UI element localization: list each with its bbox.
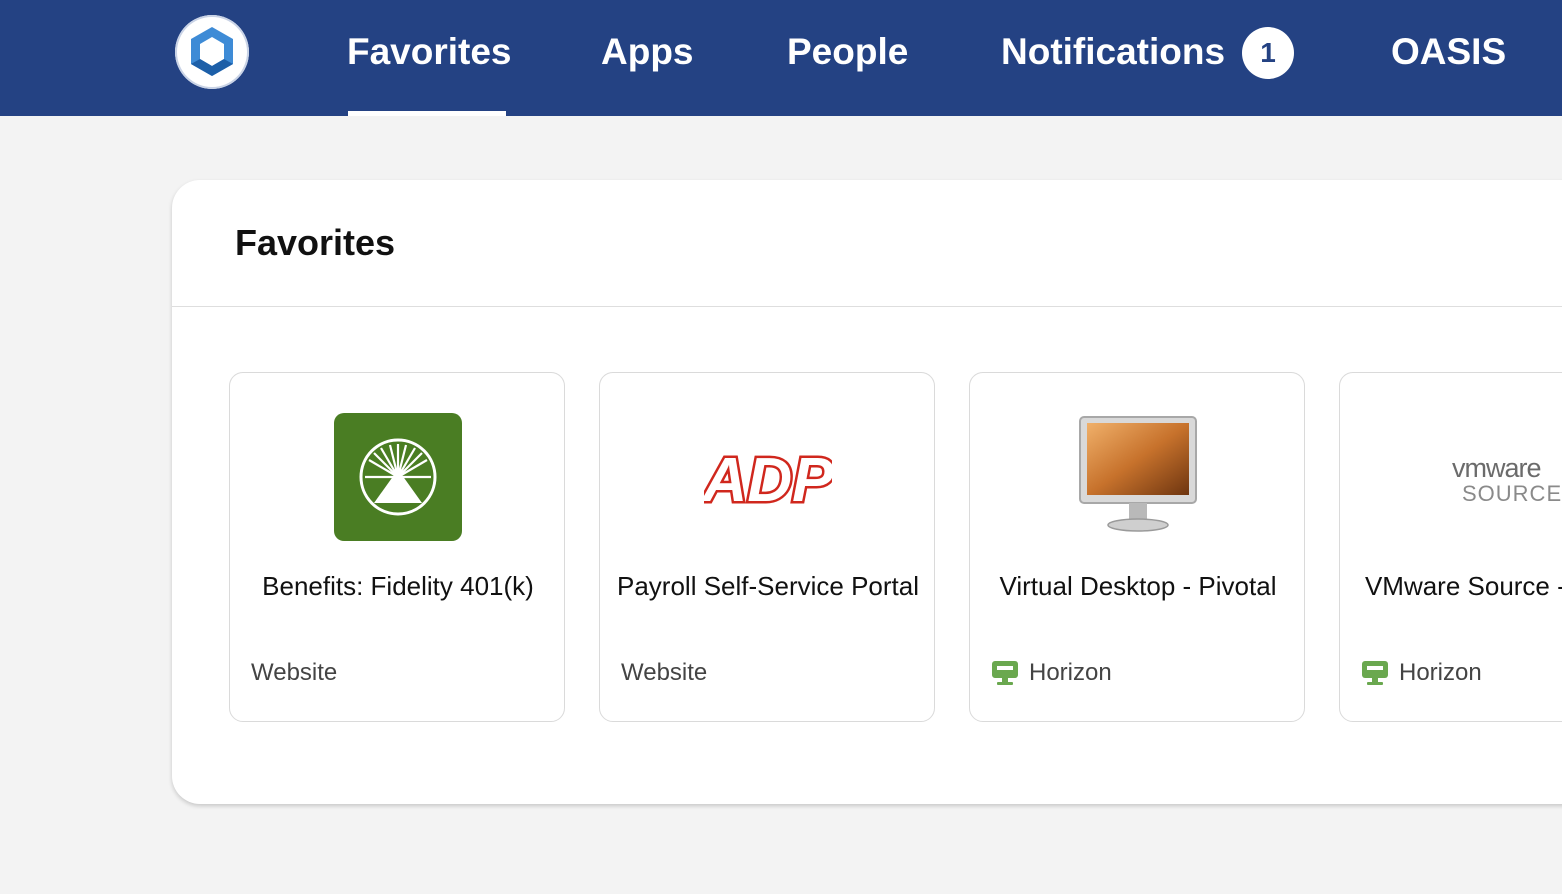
card-app-type: Website xyxy=(621,659,707,687)
horizon-icon xyxy=(1362,661,1388,685)
panel-title: Favorites xyxy=(235,222,396,263)
card-app-name: Virtual Desktop - Pivotal xyxy=(999,571,1277,601)
source-logo-text: SOURCE xyxy=(1462,481,1562,506)
card-type-label: Horizon xyxy=(1029,659,1112,686)
active-tab-indicator xyxy=(348,111,506,116)
notifications-count-badge[interactable]: 1 xyxy=(1242,27,1294,79)
card-type-label: Horizon xyxy=(1399,659,1482,686)
top-nav-bar: Favorites Apps People Notifications 1 OA… xyxy=(0,0,1562,116)
card-app-type: Horizon xyxy=(1361,659,1482,687)
app-card-adp-payroll[interactable]: ADP Payroll Self-Service Portal Website xyxy=(599,372,935,722)
vmware-logo-text: vmware xyxy=(1452,453,1542,483)
card-app-name: Benefits: Fidelity 401(k) xyxy=(262,571,534,601)
favorites-panel: Favorites Benefits: Fidelity 401(k) Webs… xyxy=(172,180,1562,804)
card-type-label: Website xyxy=(621,659,708,686)
card-app-name: Payroll Self-Service Portal xyxy=(617,571,919,601)
panel-divider xyxy=(172,306,1562,307)
app-card-vmware-source[interactable]: vmware SOURCE VMware Source - Pivotal Ho… xyxy=(1339,372,1562,722)
app-card-fidelity[interactable]: Benefits: Fidelity 401(k) Website xyxy=(229,372,565,722)
nav-tab-oasis[interactable]: OASIS xyxy=(1391,26,1506,78)
nav-tab-notifications[interactable]: Notifications xyxy=(1001,26,1225,78)
app-card-virtual-desktop[interactable]: Virtual Desktop - Pivotal Horizon xyxy=(969,372,1305,722)
card-app-name: VMware Source - Pivotal xyxy=(1364,571,1562,601)
card-app-type: Horizon xyxy=(991,659,1112,687)
card-type-label: Website xyxy=(251,659,338,686)
card-app-type: Website xyxy=(251,659,337,687)
workspace-logo-icon[interactable] xyxy=(175,15,249,89)
horizon-icon xyxy=(992,661,1018,685)
nav-tab-favorites[interactable]: Favorites xyxy=(347,26,512,78)
desktop-monitor-icon xyxy=(1074,413,1202,541)
fidelity-logo-icon xyxy=(334,413,462,541)
adp-logo-text: ADP xyxy=(704,446,832,515)
adp-logo-icon: ADP xyxy=(698,413,837,541)
nav-tab-people[interactable]: People xyxy=(787,26,908,78)
nav-tab-apps[interactable]: Apps xyxy=(601,26,694,78)
